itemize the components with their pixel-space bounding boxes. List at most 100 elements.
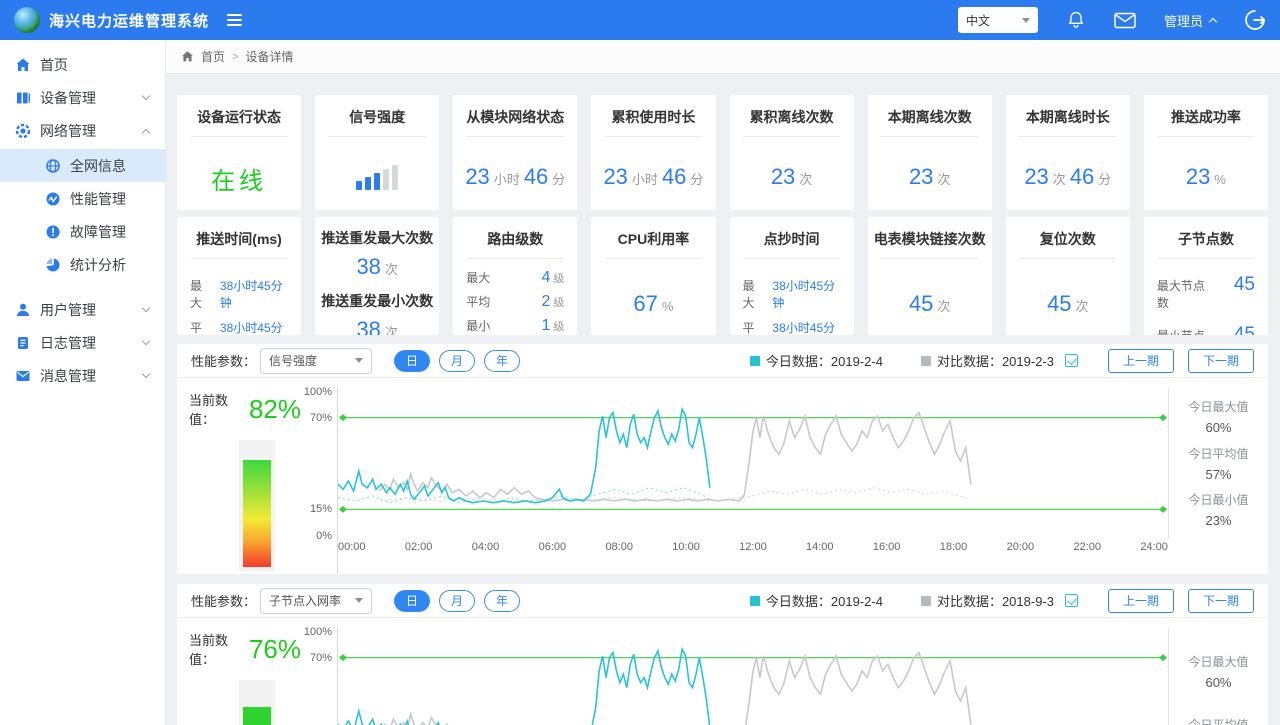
device-status-value: 在线 — [211, 168, 268, 195]
performance-icon — [44, 190, 61, 207]
prev-period-button[interactable]: 上一期 — [1108, 588, 1174, 613]
card-cpu-usage: CPU利用率 67% — [591, 217, 716, 335]
user-menu[interactable]: 管理员 — [1163, 11, 1218, 30]
chevron-down-icon — [141, 369, 151, 379]
chevron-down-icon — [141, 303, 151, 313]
x-tick: 14:00 — [806, 541, 834, 553]
y-axis: 100%70%15%0% — [301, 386, 337, 542]
line-chart — [338, 388, 1168, 513]
x-tick: 08:00 — [605, 541, 633, 553]
compare-swatch — [920, 355, 931, 366]
sidebar-item-faults[interactable]: 故障管理 — [0, 215, 165, 248]
breadcrumb-separator: > — [232, 50, 239, 63]
x-tick: 16:00 — [872, 541, 901, 553]
tab-year[interactable]: 年 — [484, 349, 521, 372]
compare-swatch — [920, 595, 931, 606]
card-push-time: 推送时间(ms) 最大38小时45分钟 平均38小时45分钟 最小38小时45分… — [177, 217, 302, 335]
app-title: 海兴电力运维管理系统 — [49, 12, 210, 30]
card-push-retry: 推送重发最大次数 38 次 推送重发最小次数 38 次 — [315, 217, 440, 335]
x-tick: 04:00 — [471, 541, 500, 553]
next-period-button[interactable]: 下一期 — [1188, 588, 1254, 613]
breadcrumb-current: 设备详情 — [245, 50, 294, 64]
card-module-network-state: 从模块网络状态 23 小时 46 分 — [453, 95, 578, 210]
sidebar-item-statistics[interactable]: 统计分析 — [0, 248, 165, 281]
chart-panel-signal: 性能参数： 信号强度 日 月 年 今日数据：2019-2-4 对比数据：2019… — [177, 344, 1268, 574]
param-select[interactable]: 信号强度 — [260, 347, 373, 374]
tab-day[interactable]: 日 — [394, 349, 431, 372]
legend-compare: 对比数据：2019-2-3 — [920, 351, 1078, 370]
sidebar-item-logs[interactable]: 日志管理 — [0, 326, 165, 359]
sidebar-item-home[interactable]: 首页 — [0, 48, 165, 81]
sidebar-item-devices[interactable]: 设备管理 — [0, 81, 165, 114]
y-tick: 100% — [303, 626, 332, 639]
tab-day[interactable]: 日 — [394, 589, 431, 612]
compare-series-line — [380, 653, 971, 725]
fault-icon — [44, 223, 61, 240]
chevron-down-icon — [141, 91, 151, 101]
x-tick: 00:00 — [338, 541, 366, 553]
menu-toggle-icon[interactable] — [227, 14, 243, 26]
param-select[interactable]: 子节点入网率 — [260, 587, 373, 614]
log-icon — [14, 334, 31, 351]
tab-month[interactable]: 月 — [439, 589, 476, 612]
legend-compare: 对比数据：2018-9-3 — [920, 591, 1078, 610]
language-select[interactable]: 中文 — [957, 7, 1038, 33]
breadcrumb: 首页 > 设备详情 — [165, 40, 1280, 74]
sidebar-item-users[interactable]: 用户管理 — [0, 293, 165, 326]
sidebar-item-performance[interactable]: 性能管理 — [0, 182, 165, 215]
param-label: 性能参数： — [191, 594, 257, 609]
dashboard: 设备运行状态 在线 信号强度 从模块网络状态 23 小时 46 分 累积使用时长 23… — [165, 74, 1280, 725]
app-logo — [14, 7, 40, 33]
logout-icon[interactable] — [1244, 9, 1266, 31]
compare-checkbox[interactable] — [1065, 354, 1078, 367]
card-reset-count: 复位次数 45 次 — [1005, 217, 1130, 335]
card-period-offline-count: 本期离线次数 23 次 — [867, 95, 992, 210]
threshold-marker — [338, 505, 347, 513]
compare-checkbox[interactable] — [1065, 594, 1078, 607]
plot-area: 00:0002:0004:0006:0008:0010:0012:0014:00… — [337, 628, 1168, 725]
tab-month[interactable]: 月 — [439, 349, 476, 372]
sidebar-item-messages[interactable]: 消息管理 — [0, 359, 165, 392]
tab-year[interactable]: 年 — [484, 589, 521, 612]
prev-period-button[interactable]: 上一期 — [1108, 348, 1174, 373]
card-child-nodes: 子节点数 最大节点数45 最小节点数45 — [1143, 217, 1268, 335]
day-stats: 今日最大值 60% 今日平均值 57% 今日最小值 23% — [1168, 388, 1268, 538]
user-name: 管理员 — [1163, 13, 1203, 29]
card-route-levels: 路由级数 最大4级 平均2级 最小1级 路由改变次数1次 — [453, 217, 578, 335]
y-tick: 15% — [309, 503, 332, 516]
compare-series-line — [380, 413, 971, 501]
notifications-bell-icon[interactable] — [1066, 10, 1086, 30]
threshold-marker — [1159, 414, 1168, 422]
card-push-success-rate: 推送成功率 23% — [1143, 95, 1268, 210]
threshold-marker — [1159, 654, 1168, 662]
y-tick: 70% — [309, 411, 332, 424]
chevron-up-icon — [1208, 17, 1218, 27]
chevron-down-icon — [355, 598, 364, 607]
sidebar: 首页 设备管理 网络管理 全网信息 性能管理 故障管理 统计分析 用户管理 日志… — [0, 40, 165, 725]
chart-body: 当前数值：76% 100%70%15%0% 00:0002:0004:0006:… — [177, 618, 1268, 725]
y-axis: 100%70%15%0% — [301, 626, 337, 725]
next-period-button[interactable]: 下一期 — [1188, 348, 1254, 373]
card-meter-read-time: 点抄时间 最大38小时45分钟 平均38小时45分钟 最小38小时45分钟 — [729, 217, 854, 335]
plot-area: 00:0002:0004:0006:0008:0010:0012:0014:00… — [337, 388, 1168, 574]
day-stats: 今日最大值60% 今日平均值45% — [1168, 628, 1268, 725]
card-period-offline-duration: 本期离线时长 23 次 46 分 — [1005, 95, 1130, 210]
message-icon — [14, 367, 31, 384]
home-icon — [14, 56, 31, 73]
y-tick: 0% — [316, 530, 332, 542]
today-swatch — [749, 355, 760, 366]
sidebar-item-network-info[interactable]: 全网信息 — [0, 149, 165, 182]
network-icon — [14, 122, 31, 139]
globe-icon — [44, 157, 61, 174]
breadcrumb-home[interactable]: 首页 — [201, 48, 225, 65]
threshold-marker — [338, 414, 347, 422]
messages-mail-icon[interactable] — [1114, 12, 1136, 29]
sidebar-item-network[interactable]: 网络管理 — [0, 114, 165, 147]
chart-panel-child-node-rate: 性能参数： 子节点入网率 日 月 年 今日数据：2019-2-4 对比数据：20… — [177, 584, 1268, 725]
home-icon — [182, 51, 193, 62]
x-tick: 18:00 — [939, 541, 968, 553]
x-tick: 10:00 — [672, 541, 700, 553]
x-tick: 12:00 — [739, 541, 767, 553]
chevron-down-icon — [1021, 17, 1030, 27]
gauge-block: 当前数值： 82% — [177, 386, 301, 574]
